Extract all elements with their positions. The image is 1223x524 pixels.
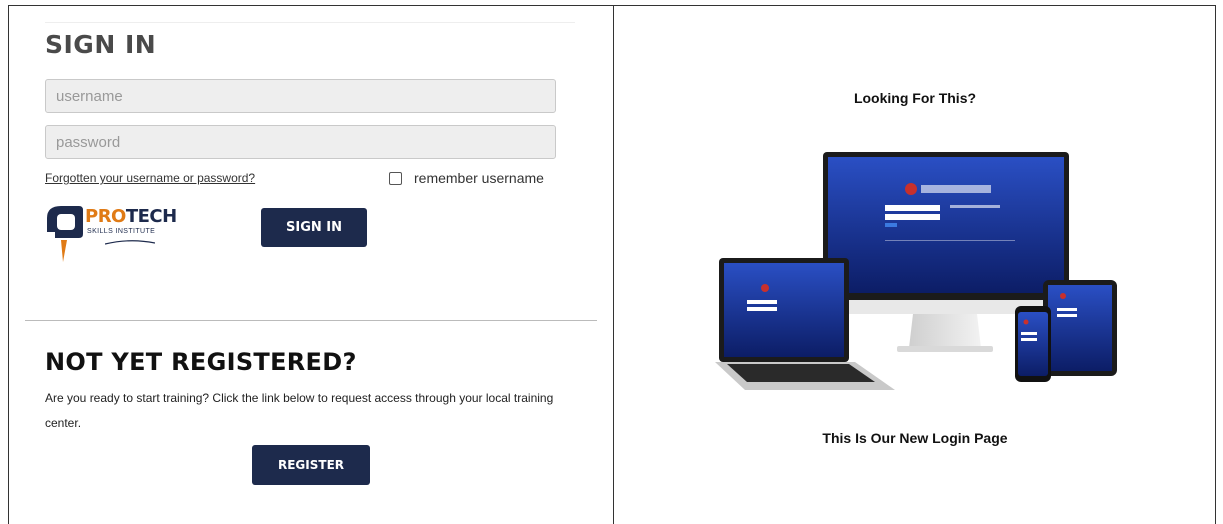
promo-caption: This Is Our New Login Page bbox=[822, 430, 1008, 446]
phone bbox=[1015, 306, 1051, 382]
tablet bbox=[1043, 280, 1117, 376]
protech-logo: PROTECH SKILLS INSTITUTE bbox=[45, 204, 177, 264]
password-input[interactable] bbox=[45, 125, 556, 159]
register-button[interactable]: REGISTER bbox=[252, 445, 370, 485]
protech-logo-mark-icon bbox=[47, 206, 83, 262]
top-rule bbox=[45, 22, 575, 23]
remember-label: remember username bbox=[414, 170, 544, 186]
section-divider bbox=[25, 320, 597, 321]
remember-username[interactable]: remember username bbox=[389, 170, 544, 186]
remember-checkbox[interactable] bbox=[389, 171, 402, 185]
logo-swoosh-icon bbox=[105, 240, 155, 245]
forgot-credentials-link[interactable]: Forgotten your username or password? bbox=[45, 171, 255, 185]
username-input[interactable] bbox=[45, 79, 556, 113]
logo-wordmark: PROTECH bbox=[85, 206, 177, 227]
logo-subtitle: SKILLS INSTITUTE bbox=[87, 228, 156, 235]
register-description: Are you ready to start training? Click t… bbox=[45, 391, 554, 430]
devices-illustration bbox=[715, 152, 1117, 390]
register-title: NOT YET REGISTERED? bbox=[45, 348, 357, 376]
promo-heading: Looking For This? bbox=[853, 90, 977, 106]
column-divider bbox=[613, 5, 614, 524]
signin-button[interactable]: SIGN IN bbox=[261, 208, 367, 247]
signin-title: SIGN IN bbox=[45, 30, 157, 59]
